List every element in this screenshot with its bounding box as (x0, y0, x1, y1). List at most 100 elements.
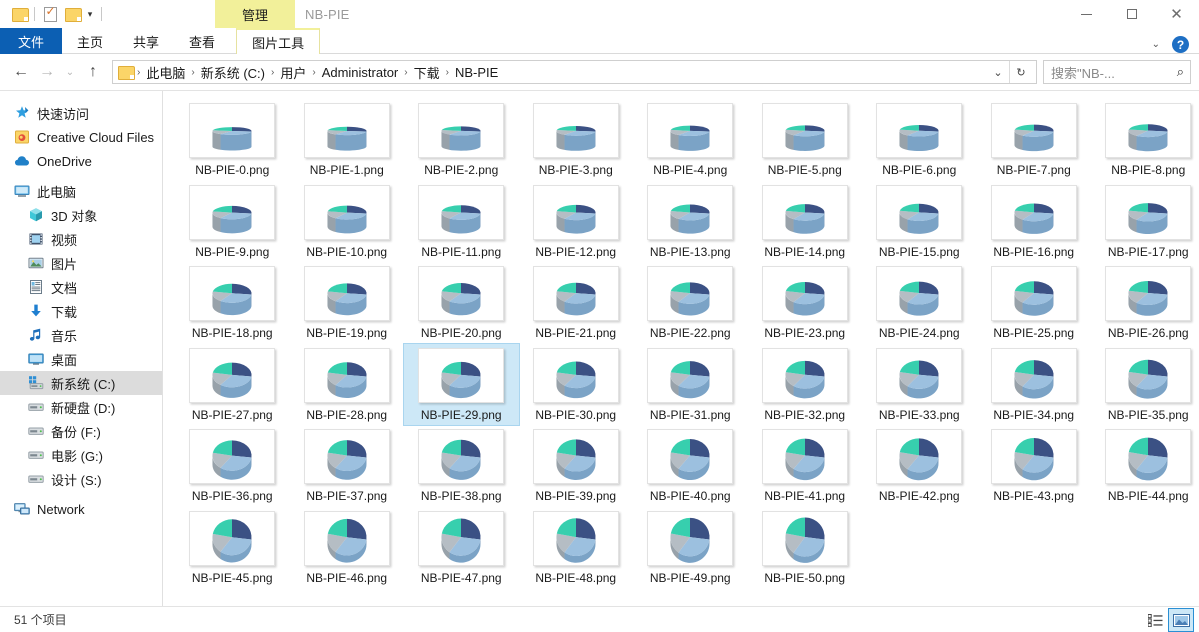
file-item[interactable]: NB-PIE-30.png (519, 344, 634, 426)
file-item[interactable]: NB-PIE-15.png (862, 181, 977, 263)
file-item[interactable]: NB-PIE-37.png (290, 425, 405, 507)
sidebar-item-desktop[interactable]: 桌面 (0, 347, 162, 371)
large-icons-view-button[interactable] (1168, 608, 1194, 632)
close-button[interactable]: ✕ (1154, 0, 1199, 28)
sidebar-item-music[interactable]: 音乐 (0, 323, 162, 347)
file-item[interactable]: NB-PIE-12.png (519, 181, 634, 263)
file-item[interactable]: NB-PIE-44.png (1091, 425, 1199, 507)
file-item[interactable]: NB-PIE-46.png (290, 507, 405, 589)
search-icon[interactable]: ⌕ (1177, 64, 1184, 80)
file-item[interactable]: NB-PIE-23.png (748, 262, 863, 344)
file-item[interactable]: NB-PIE-7.png (977, 99, 1092, 181)
tab-picture-tools[interactable]: 图片工具 (236, 28, 321, 54)
file-item[interactable]: NB-PIE-4.png (633, 99, 748, 181)
breadcrumb-separator-4[interactable]: › (402, 67, 409, 78)
file-item[interactable]: NB-PIE-25.png (977, 262, 1092, 344)
sidebar-item-network[interactable]: Network (0, 497, 162, 521)
file-item[interactable]: NB-PIE-41.png (748, 425, 863, 507)
sidebar-item-drive-f[interactable]: 备份 (F:) (0, 419, 162, 443)
breadcrumb-item-nb-pie[interactable]: NB-PIE (451, 65, 502, 80)
properties-icon[interactable] (39, 3, 61, 25)
file-item[interactable]: NB-PIE-2.png (404, 99, 519, 181)
details-view-button[interactable] (1143, 609, 1167, 631)
file-item[interactable]: NB-PIE-49.png (633, 507, 748, 589)
file-item[interactable]: NB-PIE-24.png (862, 262, 977, 344)
sidebar-item-documents[interactable]: 文档 (0, 275, 162, 299)
customize-qat-caret-icon[interactable]: ▾ (83, 3, 97, 25)
file-item[interactable]: NB-PIE-28.png (290, 344, 405, 426)
breadcrumb-item-drive-c[interactable]: 新系统 (C:) (197, 63, 269, 82)
breadcrumb-item-users[interactable]: 用户 (276, 63, 310, 82)
file-item[interactable]: NB-PIE-1.png (290, 99, 405, 181)
breadcrumb-separator-5[interactable]: › (444, 67, 451, 78)
file-item[interactable]: NB-PIE-31.png (633, 344, 748, 426)
breadcrumb-item-this-pc[interactable]: 此电脑 (142, 63, 189, 82)
file-item[interactable]: NB-PIE-6.png (862, 99, 977, 181)
file-item[interactable]: NB-PIE-40.png (633, 425, 748, 507)
file-item[interactable]: NB-PIE-14.png (748, 181, 863, 263)
file-item[interactable]: NB-PIE-16.png (977, 181, 1092, 263)
file-item[interactable]: NB-PIE-48.png (519, 507, 634, 589)
contextual-tab-manage[interactable]: 管理 (215, 0, 295, 28)
tab-share[interactable]: 共享 (118, 28, 174, 54)
file-item[interactable]: NB-PIE-33.png (862, 344, 977, 426)
sidebar-item-drive-d[interactable]: 新硬盘 (D:) (0, 395, 162, 419)
file-item-selected[interactable]: NB-PIE-29.png (403, 342, 520, 426)
file-item[interactable]: NB-PIE-27.png (175, 344, 290, 426)
file-item[interactable]: NB-PIE-26.png (1091, 262, 1199, 344)
sidebar-item-pictures[interactable]: 图片 (0, 251, 162, 275)
breadcrumb-item-administrator[interactable]: Administrator (318, 65, 403, 80)
chevron-down-icon[interactable]: ⌄ (1146, 39, 1166, 50)
sidebar-item-onedrive[interactable]: OneDrive (0, 149, 162, 173)
file-item[interactable]: NB-PIE-19.png (290, 262, 405, 344)
sidebar-item-creative-cloud-files[interactable]: Creative Cloud Files (0, 125, 162, 149)
sidebar-item-drive-g[interactable]: 电影 (G:) (0, 443, 162, 467)
breadcrumb-separator-1[interactable]: › (189, 67, 196, 78)
sidebar-item-this-pc[interactable]: 此电脑 (0, 179, 162, 203)
sidebar-item-drive-s[interactable]: 设计 (S:) (0, 467, 162, 491)
file-item[interactable]: NB-PIE-5.png (748, 99, 863, 181)
sidebar-item-quick-access[interactable]: 快速访问 (0, 101, 162, 125)
breadcrumb-separator-0[interactable]: › (135, 67, 142, 78)
recent-locations-button[interactable]: ⌄ (60, 59, 80, 85)
search-input[interactable]: 搜索"NB-... ⌕ (1043, 60, 1191, 84)
file-item[interactable]: NB-PIE-43.png (977, 425, 1092, 507)
file-item[interactable]: NB-PIE-17.png (1091, 181, 1199, 263)
file-list-pane[interactable]: NB-PIE-0.png NB-PIE-1.png NB-PIE-2.png NB-P… (163, 91, 1199, 606)
minimize-button[interactable] (1064, 0, 1109, 28)
tab-home[interactable]: 主页 (62, 28, 118, 54)
sidebar-item-drive-c[interactable]: 新系统 (C:) (0, 371, 162, 395)
file-item[interactable]: NB-PIE-38.png (404, 425, 519, 507)
file-item[interactable]: NB-PIE-18.png (175, 262, 290, 344)
file-item[interactable]: NB-PIE-36.png (175, 425, 290, 507)
file-item[interactable]: NB-PIE-9.png (175, 181, 290, 263)
maximize-button[interactable] (1109, 0, 1154, 28)
address-dropdown-button[interactable]: ⌄ (987, 61, 1009, 83)
tab-view[interactable]: 查看 (174, 28, 230, 54)
breadcrumb-item-downloads[interactable]: 下载 (410, 63, 444, 82)
file-item[interactable]: NB-PIE-21.png (519, 262, 634, 344)
file-item[interactable]: NB-PIE-47.png (404, 507, 519, 589)
file-item[interactable]: NB-PIE-13.png (633, 181, 748, 263)
file-item[interactable]: NB-PIE-35.png (1091, 344, 1199, 426)
breadcrumb-bar[interactable]: › 此电脑 › 新系统 (C:) › 用户 › Administrator › … (112, 60, 1037, 84)
forward-button[interactable]: → (34, 59, 60, 85)
sidebar-item-downloads[interactable]: 下载 (0, 299, 162, 323)
help-icon[interactable]: ? (1172, 36, 1189, 53)
back-button[interactable]: ← (8, 59, 34, 85)
file-item[interactable]: NB-PIE-20.png (404, 262, 519, 344)
up-button[interactable]: ↑ (80, 59, 106, 85)
sidebar-item-3d-objects[interactable]: 3D 对象 (0, 203, 162, 227)
new-folder-icon[interactable] (61, 3, 83, 25)
file-item[interactable]: NB-PIE-32.png (748, 344, 863, 426)
folder-icon[interactable] (8, 3, 30, 25)
navigation-pane[interactable]: 快速访问 Creative Cloud Files OneDrive 此电脑 3D 对象… (0, 91, 163, 606)
tab-file[interactable]: 文件 (0, 28, 63, 54)
file-item[interactable]: NB-PIE-42.png (862, 425, 977, 507)
file-item[interactable]: NB-PIE-45.png (175, 507, 290, 589)
file-item[interactable]: NB-PIE-50.png (748, 507, 863, 589)
refresh-button[interactable]: ↻ (1010, 61, 1032, 83)
file-item[interactable]: NB-PIE-11.png (404, 181, 519, 263)
file-item[interactable]: NB-PIE-8.png (1091, 99, 1199, 181)
breadcrumb-separator-3[interactable]: › (310, 67, 317, 78)
